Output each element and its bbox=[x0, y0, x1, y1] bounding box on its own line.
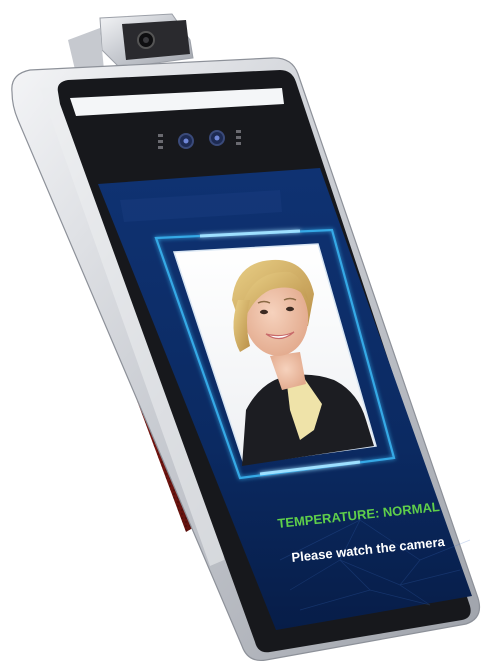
face-recognition-terminal: TEMPERATURE: NORMAL Please watch the cam… bbox=[11, 13, 481, 662]
